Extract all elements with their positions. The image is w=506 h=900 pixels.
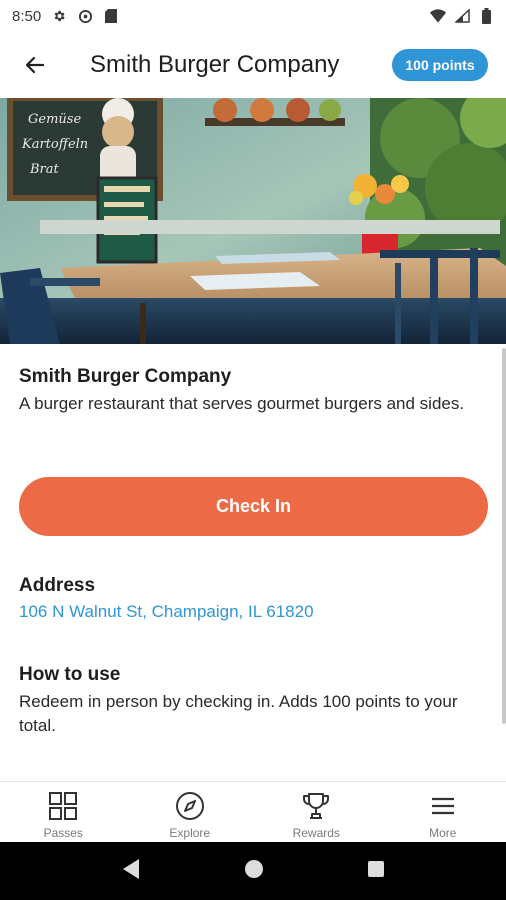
- nav-item-rewards[interactable]: Rewards: [253, 782, 380, 842]
- scrollbar[interactable]: [502, 348, 506, 724]
- gear-icon: [51, 8, 67, 24]
- status-right: [430, 8, 494, 24]
- nav-label-explore: Explore: [169, 826, 211, 840]
- nav-label-more: More: [429, 826, 457, 840]
- grid-icon: [47, 790, 79, 822]
- back-button[interactable]: [0, 32, 70, 98]
- arrow-left-icon: [25, 56, 45, 74]
- cell-signal-icon: [454, 8, 470, 24]
- business-name: Smith Burger Company: [19, 366, 232, 387]
- battery-icon: [478, 8, 494, 24]
- home-circle-icon[interactable]: [244, 859, 264, 884]
- trophy-icon: [300, 790, 332, 822]
- status-left: 8:50: [12, 8, 119, 25]
- nav-item-passes[interactable]: Passes: [0, 782, 127, 842]
- nav-item-more[interactable]: More: [380, 782, 506, 842]
- nav-item-explore[interactable]: Explore: [127, 782, 254, 842]
- menu-icon: [427, 790, 459, 822]
- svg-text:Brat: Brat: [29, 162, 60, 177]
- nav-label-passes: Passes: [43, 826, 83, 840]
- status-time: 8:50: [12, 7, 42, 25]
- bottom-nav: Passes Explore Rewards More: [0, 781, 506, 842]
- nav-label-rewards: Rewards: [292, 826, 340, 840]
- detail-content[interactable]: Smith Burger Company A burger restaurant…: [0, 344, 506, 781]
- data-saver-icon: [77, 8, 93, 24]
- address-link[interactable]: 106 N Walnut St, Champaign, IL 61820: [19, 602, 314, 622]
- compass-icon: [174, 790, 206, 822]
- business-description: A burger restaurant that serves gourmet …: [19, 394, 465, 413]
- how-to-use-title: How to use: [19, 664, 121, 685]
- back-triangle-icon[interactable]: [121, 858, 141, 885]
- points-badge[interactable]: 100 points: [392, 49, 488, 81]
- app-bar: Smith Burger Company 100 points: [0, 32, 506, 98]
- hero-image: Gemüse Kartoffeln Brat: [0, 98, 506, 344]
- cafe-terrace-image: Gemüse Kartoffeln Brat: [0, 98, 506, 344]
- wifi-icon: [430, 8, 446, 24]
- system-nav-bar: [0, 842, 506, 900]
- address-title: Address: [19, 575, 96, 596]
- svg-text:Gemüse: Gemüse: [28, 112, 81, 127]
- status-bar: 8:50: [0, 0, 506, 32]
- check-in-button[interactable]: Check In: [19, 477, 488, 536]
- how-to-use-text: Redeem in person by checking in. Adds 10…: [19, 692, 458, 735]
- recents-square-icon[interactable]: [367, 860, 385, 883]
- sd-card-icon: [103, 8, 119, 24]
- page-title: Smith Burger Company: [90, 51, 340, 78]
- svg-text:Kartoffeln: Kartoffeln: [21, 137, 88, 152]
